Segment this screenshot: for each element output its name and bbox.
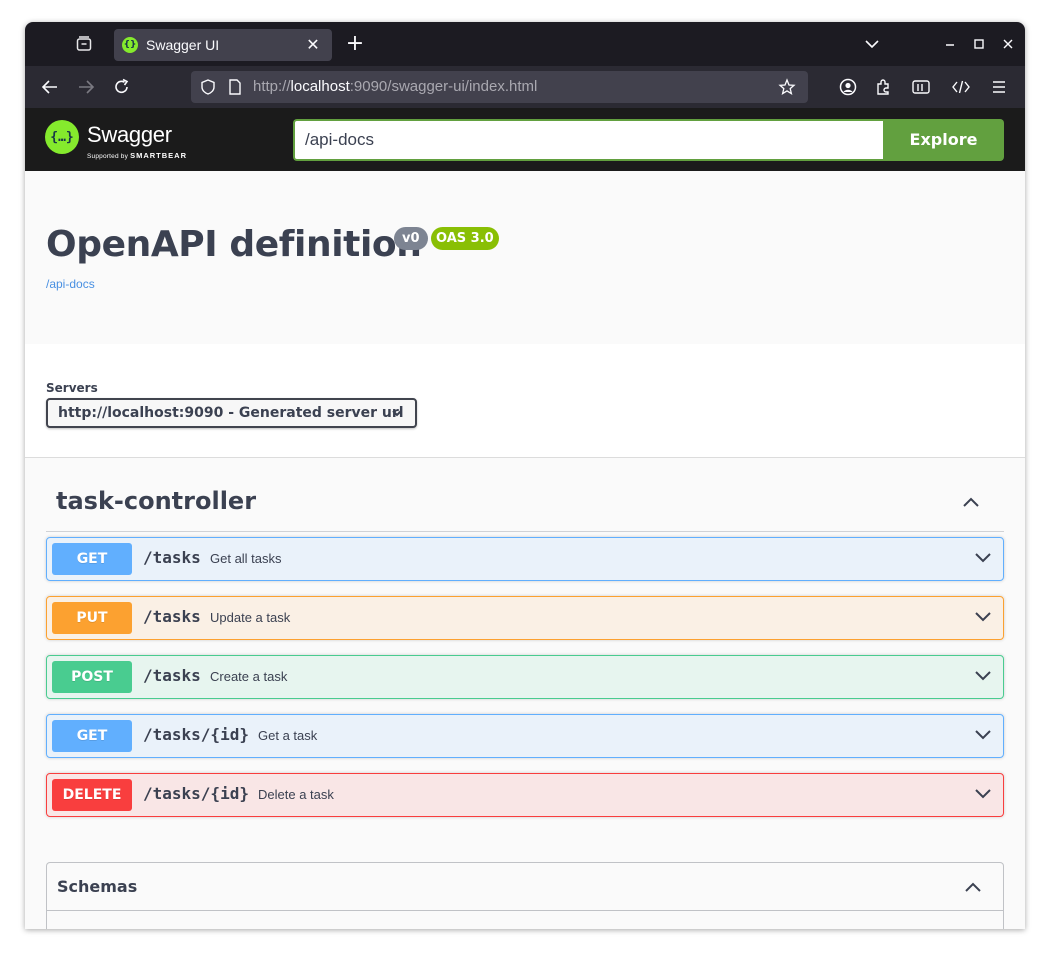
new-tab-icon[interactable]: + [345, 33, 365, 55]
oas-version-badge: OAS 3.0 [431, 227, 499, 250]
method-badge: POST [52, 661, 132, 693]
operation-path: /tasks [143, 666, 201, 685]
page-icon[interactable] [227, 78, 243, 96]
method-badge: DELETE [52, 779, 132, 811]
swagger-logo-text: Swagger [87, 122, 172, 147]
operation-path: /tasks [143, 607, 201, 626]
operation-summary: Delete a task [258, 787, 334, 802]
shield-icon[interactable] [199, 78, 217, 96]
tab-strip: {} Swagger UI ✕ + [25, 22, 1025, 66]
developer-tools-icon[interactable] [951, 77, 971, 97]
reload-icon[interactable] [112, 77, 132, 97]
operation-summary: Update a task [210, 610, 291, 625]
chevron-down-icon[interactable] [974, 670, 992, 682]
operation-path: /tasks/{id} [143, 784, 249, 803]
tab-list-chevron-icon[interactable] [863, 35, 881, 53]
servers-selected-value: http://localhost:9090 - Generated server… [58, 405, 404, 421]
operation-put-tasks[interactable]: PUT /tasks Update a task [46, 596, 1004, 640]
schemas-title: Schemas [57, 877, 138, 896]
servers-section: Servers http://localhost:9090 - Generate… [25, 344, 1025, 458]
chevron-down-icon[interactable] [974, 552, 992, 564]
minimize-icon[interactable] [941, 35, 959, 53]
method-badge: PUT [52, 602, 132, 634]
chevron-down-icon[interactable] [974, 729, 992, 741]
servers-label: Servers [46, 381, 98, 395]
operation-post-tasks[interactable]: POST /tasks Create a task [46, 655, 1004, 699]
account-icon[interactable] [838, 77, 858, 97]
api-info: OpenAPI definition v0 OAS 3.0 /api-docs [25, 171, 1025, 344]
bookmark-star-icon[interactable] [778, 78, 796, 96]
menu-hamburger-icon[interactable] [989, 77, 1009, 97]
collapse-chevron-up-icon[interactable] [964, 881, 982, 893]
api-docs-link[interactable]: /api-docs [46, 277, 95, 291]
smartbear-tagline: Supported by SMARTBEAR [87, 151, 188, 160]
chevron-down-icon [391, 408, 403, 418]
chevron-down-icon[interactable] [974, 611, 992, 623]
browser-window: {} Swagger UI ✕ + http://localhost:9090/… [25, 22, 1025, 929]
maximize-icon[interactable] [970, 35, 988, 53]
extensions-icon[interactable] [874, 77, 894, 97]
reader-mode-icon[interactable] [911, 77, 931, 97]
operation-summary: Get a task [258, 728, 318, 743]
forward-icon[interactable] [76, 77, 96, 97]
swagger-topbar: {…} Swagger Supported by SMARTBEAR /api-… [25, 108, 1025, 171]
tab-manager-icon[interactable] [73, 33, 95, 55]
schemas-section: Schemas [46, 862, 1004, 929]
nav-toolbar: http://localhost:9090/swagger-ui/index.h… [25, 66, 1025, 108]
swagger-favicon-icon: {} [122, 37, 138, 53]
chevron-down-icon[interactable] [974, 788, 992, 800]
operation-summary: Get all tasks [210, 551, 282, 566]
api-url-input[interactable]: /api-docs [293, 119, 883, 161]
operation-summary: Create a task [210, 669, 288, 684]
swagger-logo-icon[interactable]: {…} [45, 120, 79, 154]
tab-title: Swagger UI [146, 37, 220, 53]
collapse-chevron-up-icon[interactable] [962, 496, 980, 508]
method-badge: GET [52, 543, 132, 575]
tag-title: task-controller [56, 487, 257, 515]
close-tab-icon[interactable]: ✕ [304, 36, 322, 54]
operation-path: /tasks [143, 548, 201, 567]
close-window-icon[interactable] [999, 35, 1017, 53]
back-icon[interactable] [40, 77, 60, 97]
version-badge: v0 [394, 227, 428, 250]
method-badge: GET [52, 720, 132, 752]
api-title: OpenAPI definition [46, 224, 422, 265]
servers-dropdown[interactable]: http://localhost:9090 - Generated server… [46, 398, 417, 428]
schemas-header[interactable]: Schemas [47, 863, 1003, 911]
operation-delete-task-by-id[interactable]: DELETE /tasks/{id} Delete a task [46, 773, 1004, 817]
explore-button[interactable]: Explore [883, 119, 1004, 161]
operation-get-tasks[interactable]: GET /tasks Get all tasks [46, 537, 1004, 581]
operation-get-task-by-id[interactable]: GET /tasks/{id} Get a task [46, 714, 1004, 758]
operation-path: /tasks/{id} [143, 725, 249, 744]
url-text: http://localhost:9090/swagger-ui/index.h… [253, 78, 538, 95]
tag-header-task-controller[interactable]: task-controller [46, 476, 1004, 532]
address-bar[interactable]: http://localhost:9090/swagger-ui/index.h… [191, 71, 808, 103]
browser-tab[interactable]: {} Swagger UI ✕ [114, 29, 332, 61]
